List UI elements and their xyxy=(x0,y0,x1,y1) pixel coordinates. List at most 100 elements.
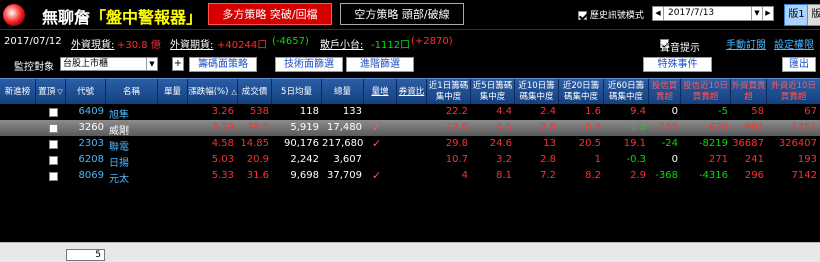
it-net: 0 xyxy=(671,106,678,117)
col-pin[interactable]: 置頂 ▽ xyxy=(36,79,66,105)
retail-value: -1112口 xyxy=(371,40,411,51)
col-margin-ratio[interactable]: 券資比 xyxy=(397,79,427,105)
stock-name[interactable]: 日揚 xyxy=(106,154,130,169)
target-select[interactable]: 台股上市櫃 ▼ xyxy=(60,57,158,71)
advanced-filter-button[interactable]: 進階篩選 xyxy=(346,57,414,72)
col-change-pct[interactable]: 漲跌幅(%) △ xyxy=(188,79,238,105)
col-conc60[interactable]: 近60日籌碼集中度 xyxy=(604,79,649,105)
col-it[interactable]: 投信買賣超 xyxy=(649,79,681,105)
pin-checkbox[interactable] xyxy=(49,156,58,165)
fi-net: 241 xyxy=(744,154,764,165)
futures-label[interactable]: 外資期貨: xyxy=(170,36,213,51)
conc10: 7.2 xyxy=(540,170,556,181)
history-mode-checkbox[interactable]: 歷史訊號模式 xyxy=(578,8,644,21)
stock-name[interactable]: 威剛 xyxy=(106,122,130,137)
filter-icon[interactable]: ▽ xyxy=(57,87,62,98)
col-conc5[interactable]: 近5日籌碼集中度 xyxy=(471,79,515,105)
special-event-button[interactable]: 特殊事件 xyxy=(643,57,712,72)
fi-net: 296 xyxy=(744,170,764,181)
col-fi[interactable]: 外資買賣超 xyxy=(731,79,767,105)
title-bar: 無聊詹「盤中警報器」 多方策略 突破/回檔 空方策略 頭部/破線 歷史訊號模式 … xyxy=(0,0,820,30)
it-net: -368 xyxy=(655,170,678,181)
long-strategy-button[interactable]: 多方策略 突破/回檔 xyxy=(208,3,332,25)
app-brand: 無聊詹「盤中警報器」 xyxy=(42,8,203,27)
col-fi10[interactable]: 外資近10日買賣超 xyxy=(767,79,820,105)
it10-net: -5 xyxy=(718,106,728,117)
stock-name[interactable]: 聯電 xyxy=(106,138,130,153)
next-date-icon[interactable]: ▶ xyxy=(762,7,773,20)
export-button[interactable]: 匯出 xyxy=(782,57,816,72)
table-row-selected[interactable]: 3260 威剛 3.79 79.5 5,919 17,480 ✓ 12.6 6.… xyxy=(0,120,820,137)
add-button[interactable]: + xyxy=(172,57,184,71)
col-avg5[interactable]: 5日均量 xyxy=(272,79,322,105)
stock-code[interactable]: 6208 xyxy=(66,154,104,165)
dropdown-icon[interactable]: ▼ xyxy=(751,7,762,20)
it10-net: 670 xyxy=(708,122,728,133)
spot-label[interactable]: 外資現貨: xyxy=(71,36,114,51)
market-info-bar: 2017/07/12 外資現貨: +30.8 億 外資期貨: +40244口 (… xyxy=(0,33,820,54)
col-vol-surge[interactable]: 量增 xyxy=(364,79,397,105)
pin-checkbox[interactable] xyxy=(49,172,58,181)
col-code[interactable]: 代號 xyxy=(66,79,106,105)
version2-button[interactable]: 版2 xyxy=(807,4,820,26)
settings-link[interactable]: 設定權限 xyxy=(774,36,814,51)
col-unit-vol[interactable]: 單量 xyxy=(158,79,188,105)
table-header: 新進榜 置頂 ▽ 代號 名稱 單量 漲跌幅(%) △ 成交價 5日均量 總量 量增 … xyxy=(0,78,820,105)
total-volume: 37,709 xyxy=(327,170,362,181)
table-row[interactable]: 8069 元太 5.33 31.6 9,698 37,709 ✓ 4 8.1 7… xyxy=(0,168,820,185)
date-value: 2017/7/13 xyxy=(668,8,715,18)
sound-label: 聲音提示 xyxy=(660,43,700,54)
col-price[interactable]: 成交價 xyxy=(238,79,272,105)
pin-checkbox[interactable] xyxy=(49,124,58,133)
retail-label[interactable]: 散戶小台: xyxy=(320,36,363,51)
change-pct: 4.58 xyxy=(211,138,234,149)
col-name[interactable]: 名稱 xyxy=(106,79,158,105)
total-volume: 17,480 xyxy=(327,122,362,133)
col-it10[interactable]: 投信近10日買賣超 xyxy=(681,79,731,105)
pin-checkbox[interactable] xyxy=(49,140,58,149)
prev-date-icon[interactable]: ◀ xyxy=(653,7,664,20)
conc10: 2.4 xyxy=(540,106,556,117)
conc1: 22.2 xyxy=(445,106,468,117)
table-row[interactable]: 6208 日揚 5.03 20.9 2,242 3,607 10.7 3.2 2… xyxy=(0,152,820,169)
col-total-vol[interactable]: 總量 xyxy=(322,79,364,105)
conc1: 10.7 xyxy=(445,154,468,165)
stock-code[interactable]: 2303 xyxy=(66,138,104,149)
conc5: 3.2 xyxy=(496,154,512,165)
avg5-volume: 90,176 xyxy=(284,138,319,149)
col-new[interactable]: 新進榜 xyxy=(0,79,36,105)
checkbox-icon[interactable] xyxy=(578,11,587,20)
short-strategy-button[interactable]: 空方策略 頭部/破線 xyxy=(340,3,464,25)
conc60: 2.9 xyxy=(630,170,646,181)
app-logo xyxy=(3,4,25,26)
fi10-net: 1751 xyxy=(791,122,817,133)
stock-code[interactable]: 6409 xyxy=(66,106,104,117)
col-conc20[interactable]: 近20日籌碼集中度 xyxy=(559,79,604,105)
stock-name[interactable]: 旭隼 xyxy=(106,106,130,121)
manual-subscribe-link[interactable]: 手動訂閱 xyxy=(726,36,766,51)
version1-button[interactable]: 版1 xyxy=(784,4,809,26)
date-picker[interactable]: ◀ 2017/7/13 ▼ ▶ xyxy=(652,6,774,21)
sort-asc-icon[interactable]: △ xyxy=(231,87,236,98)
it-net: 0 xyxy=(671,154,678,165)
stock-code[interactable]: 3260 xyxy=(66,122,104,133)
fi-net: 36687 xyxy=(732,138,764,149)
total-volume: 217,680 xyxy=(322,138,364,149)
stock-name[interactable]: 元太 xyxy=(106,170,130,185)
table-row[interactable]: 2303 聯電 4.58 14.85 90,176 217,680 ✓ 29.8… xyxy=(0,136,820,153)
chevron-down-icon[interactable]: ▼ xyxy=(146,58,157,70)
pin-checkbox[interactable] xyxy=(49,108,58,117)
table-row[interactable]: 6409 旭隼 3.26 538 118 133 22.2 4.4 2.4 1.… xyxy=(0,104,820,121)
tech-filter-button[interactable]: 技術面篩選 xyxy=(275,57,343,72)
col-conc10[interactable]: 近10日籌碼集中度 xyxy=(515,79,559,105)
conc20: 8.2 xyxy=(585,170,601,181)
it-net: -24 xyxy=(661,138,678,149)
target-label: 監控對象 xyxy=(14,62,54,73)
chip-strategy-button[interactable]: 籌碼面策略 xyxy=(189,57,257,72)
col-conc1[interactable]: 近1日籌碼集中度 xyxy=(427,79,471,105)
target-value: 台股上市櫃 xyxy=(63,59,109,69)
conc5: 24.6 xyxy=(489,138,512,149)
stock-code[interactable]: 8069 xyxy=(66,170,104,181)
fi10-net: 7142 xyxy=(791,170,817,181)
retail-change: (+2870) xyxy=(411,36,453,47)
